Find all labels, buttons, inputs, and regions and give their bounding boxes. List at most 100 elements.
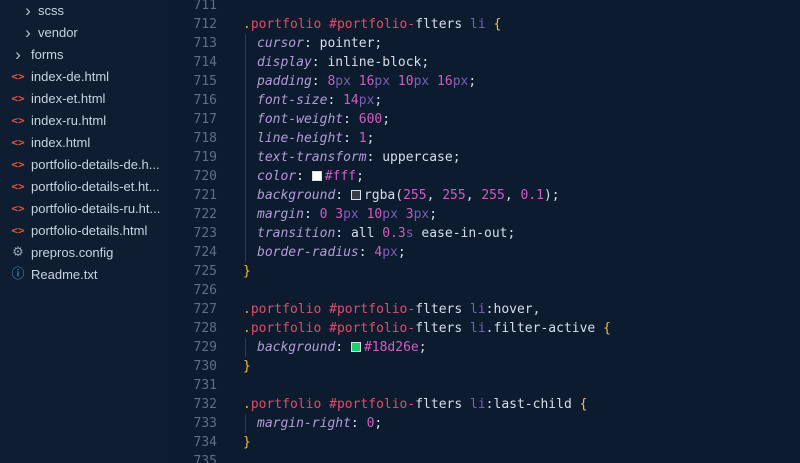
vscode-window: › scss › vendor › forms <> index-de.html <> index… — [0, 0, 800, 463]
explorer-file[interactable]: <> index.html — [0, 132, 168, 154]
color-swatch[interactable] — [311, 171, 322, 181]
chevron-right-icon: › — [15, 45, 21, 64]
explorer-folder[interactable]: › scss — [0, 0, 168, 22]
code-line[interactable]: 723 transition: all 0.3s ease-in-out; — [168, 224, 800, 243]
code-line[interactable]: 733 margin-right: 0; — [168, 414, 800, 433]
code-token: inline-block — [327, 55, 422, 70]
code-token: ; — [507, 226, 516, 241]
code-token: : — [303, 36, 320, 51]
html-tag-icon: <> — [11, 136, 25, 149]
indent-guide — [245, 110, 246, 129]
code-line[interactable]: 715 padding: 8px 16px 10px 16px; — [168, 72, 800, 91]
explorer-file[interactable]: <> index-de.html — [0, 66, 168, 88]
color-swatch[interactable] — [350, 190, 361, 200]
indent-guide — [245, 72, 246, 91]
code-token: s — [405, 226, 414, 241]
code-text: } — [243, 357, 251, 376]
explorer-file[interactable]: ⓘ Readme.txt — [0, 264, 168, 286]
code-text: font-weight: 600; — [257, 110, 390, 129]
code-line[interactable]: 721 background: rgba(255, 255, 255, 0.1); — [168, 186, 800, 205]
code-token: font-size — [257, 93, 328, 108]
code-token: . — [243, 302, 251, 317]
code-token: color — [257, 169, 297, 184]
code-line[interactable]: 730} — [168, 357, 800, 376]
code-line[interactable]: 728 .portfolio #portfolio-flters li.filte… — [168, 319, 800, 338]
code-token: border-radius — [257, 245, 359, 260]
line-number: 730 — [193, 359, 217, 374]
html-tag-icon: <> — [11, 92, 25, 105]
explorer-file[interactable]: <> index-et.html — [0, 88, 168, 110]
indent-guide — [245, 53, 246, 72]
code-token: ); — [543, 188, 560, 203]
code-line[interactable]: 716 font-size: 14px; — [168, 91, 800, 110]
code-token: :last-child — [485, 397, 580, 412]
code-line[interactable]: 714 display: inline-block; — [168, 53, 800, 72]
code-token: px — [343, 207, 359, 222]
explorer-file[interactable]: ⚙ prepros.config — [0, 242, 168, 264]
code-token: : — [350, 416, 367, 431]
code-token: ; — [418, 340, 427, 355]
explorer-item-label: index.html — [31, 135, 91, 150]
code-line[interactable]: 731 — [168, 376, 800, 395]
code-line[interactable]: 724 border-radius: 4px; — [168, 243, 800, 262]
chevron-right-icon: › — [25, 1, 31, 20]
explorer-item-label: Readme.txt — [31, 267, 98, 282]
code-token: :hover, — [485, 302, 541, 317]
code-line[interactable]: 719 text-transform: uppercase; — [168, 148, 800, 167]
code-editor[interactable]: 711 712 .portfolio #portfolio-flters li {7… — [168, 0, 800, 463]
code-token: : — [335, 340, 351, 355]
code-line[interactable]: 734} — [168, 433, 800, 452]
code-line[interactable]: 720 color: #fff; — [168, 167, 800, 186]
code-token: cursor — [257, 36, 304, 51]
code-token: px — [358, 93, 375, 108]
explorer-file[interactable]: <> portfolio-details-et.ht... — [0, 176, 168, 198]
code-line[interactable]: 713 cursor: pointer; — [168, 34, 800, 53]
code-token: background — [257, 188, 336, 203]
explorer-file[interactable]: <> portfolio-details-de.h... — [0, 154, 168, 176]
code-line[interactable]: 727 .portfolio #portfolio-flters li:hover… — [168, 300, 800, 319]
color-swatch[interactable] — [350, 342, 361, 352]
explorer-file[interactable]: <> portfolio-details-ru.ht... — [0, 198, 168, 220]
code-token: 14 — [343, 93, 359, 108]
line-number: 729 — [193, 340, 217, 355]
code-token: portfolio- — [336, 302, 416, 317]
code-line[interactable]: 718 line-height: 1; — [168, 129, 800, 148]
explorer-item-label: portfolio-details-de.h... — [31, 157, 160, 172]
code-line[interactable]: 717 font-weight: 600; — [168, 110, 800, 129]
html-tag-icon: <> — [11, 180, 25, 193]
code-line[interactable]: 726 — [168, 281, 800, 300]
code-line[interactable]: 732 .portfolio #portfolio-flters li:last-… — [168, 395, 800, 414]
code-line[interactable]: 729 background: #18d26e; — [168, 338, 800, 357]
code-line[interactable]: 712 .portfolio #portfolio-flters li { — [168, 15, 800, 34]
code-line[interactable]: 722 margin: 0 3px 10px 3px; — [168, 205, 800, 224]
code-token: , — [465, 188, 482, 203]
code-token: portfolio- — [336, 321, 416, 336]
explorer-folder[interactable]: › forms — [0, 44, 168, 66]
code-token: #fff — [324, 169, 357, 184]
explorer-item-label: prepros.config — [31, 245, 114, 260]
code-token: ; — [382, 112, 391, 127]
code-token: px — [335, 74, 351, 89]
line-number: 711 — [193, 0, 217, 13]
code-token: 3 — [335, 207, 344, 222]
code-token: display — [257, 55, 312, 70]
code-text: .portfolio #portfolio-flters li { — [243, 15, 501, 34]
code-text: padding: 8px 16px 10px 16px; — [257, 72, 476, 91]
code-token: 255 — [442, 188, 466, 203]
explorer-file[interactable]: <> portfolio-details.html — [0, 220, 168, 242]
code-token: ; — [374, 36, 383, 51]
explorer-file[interactable]: <> index-ru.html — [0, 110, 168, 132]
line-number: 732 — [193, 397, 217, 412]
code-token: portfolio- — [336, 17, 416, 32]
code-token: 16 — [358, 74, 375, 89]
code-token: ; — [397, 245, 406, 260]
explorer-folder[interactable]: › vendor — [0, 22, 168, 44]
code-token: ; — [421, 55, 430, 70]
code-line[interactable]: 725} — [168, 262, 800, 281]
code-line[interactable]: 735 — [168, 452, 800, 463]
code-token: # — [329, 302, 337, 317]
code-token: margin — [257, 207, 304, 222]
code-line[interactable]: 711 — [168, 0, 800, 15]
